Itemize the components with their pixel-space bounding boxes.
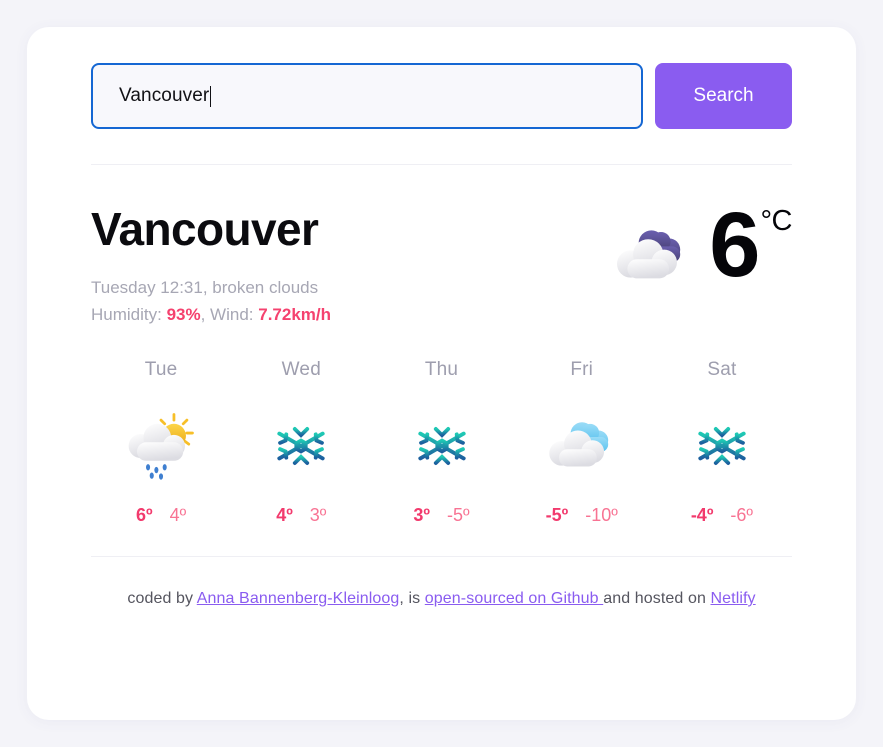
humidity-value: 93%	[166, 305, 201, 325]
forecast-row: Tue 6º 4º Wed 4º 3º Thu 3º -5º Fri -5º -…	[91, 329, 792, 526]
forecast-temps: 3º -5º	[413, 505, 469, 526]
app-shell: Vancouver Search Vancouver Tuesday 12:31…	[0, 0, 883, 747]
search-button[interactable]: Search	[655, 63, 792, 129]
broken-clouds-blue-icon	[545, 409, 619, 483]
forecast-temp-min: -5º	[447, 505, 470, 526]
forecast-day-0: Tue 6º 4º	[91, 359, 231, 526]
current-temperature-block: 6 °C	[613, 194, 792, 296]
forecast-temp-min: 4º	[169, 505, 187, 526]
temperature-unit: °C	[760, 205, 792, 237]
search-input-value: Vancouver	[119, 85, 210, 106]
weather-card: Vancouver Search Vancouver Tuesday 12:31…	[27, 27, 856, 720]
conditions-description: Tuesday 12:31, broken clouds	[91, 278, 319, 298]
current-conditions: Vancouver Tuesday 12:31, broken clouds H…	[91, 165, 792, 329]
forecast-temp-max: 4º	[276, 505, 293, 526]
forecast-temps: 6º 4º	[136, 505, 186, 526]
humidity-label: Humidity:	[91, 305, 167, 325]
forecast-day-label: Fri	[570, 359, 594, 381]
footer-credits: coded by Anna Bannenberg-Kleinloog, is o…	[91, 557, 792, 608]
forecast-temps: -4º -6º	[691, 505, 753, 526]
footer-middle: , is	[399, 590, 425, 608]
footer-suffix: and hosted on	[603, 590, 711, 608]
snowflake-icon	[264, 409, 338, 483]
forecast-temp-max: 3º	[413, 505, 430, 526]
search-form: Vancouver Search	[91, 63, 792, 129]
forecast-temp-min: -10º	[585, 505, 618, 526]
forecast-day-2: Thu 3º -5º	[371, 359, 511, 526]
metrics-line: Humidity: 93%, Wind: 7.72km/h	[91, 302, 331, 329]
forecast-day-3: Fri -5º -10º	[512, 359, 652, 526]
current-conditions-text: Vancouver Tuesday 12:31, broken clouds H…	[91, 201, 331, 329]
broken-clouds-icon	[613, 225, 693, 287]
forecast-temp-max: -5º	[545, 505, 569, 526]
forecast-day-label: Tue	[144, 359, 178, 381]
text-cursor	[210, 85, 212, 107]
forecast-temps: -5º -10º	[546, 505, 618, 526]
author-link[interactable]: Anna Bannenberg-Kleinloog	[197, 590, 400, 607]
forecast-day-label: Thu	[424, 359, 459, 381]
page-title: Vancouver	[91, 203, 319, 255]
forecast-temp-min: 3º	[309, 505, 327, 526]
temperature-readout: 6 °C	[709, 194, 792, 296]
forecast-temp-max: 6º	[136, 505, 153, 526]
forecast-temp-min: -6º	[730, 505, 753, 526]
snowflake-icon	[405, 409, 479, 483]
sun-behind-rain-cloud-icon	[124, 409, 198, 483]
forecast-day-label: Wed	[281, 359, 321, 381]
search-input[interactable]: Vancouver	[91, 63, 643, 129]
forecast-day-label: Sat	[707, 359, 737, 381]
forecast-day-4: Sat -4º -6º	[652, 359, 792, 526]
forecast-day-1: Wed 4º 3º	[231, 359, 371, 526]
netlify-link[interactable]: Netlify	[711, 590, 756, 607]
forecast-temps: 4º 3º	[276, 505, 326, 526]
footer-prefix: coded by	[127, 590, 197, 608]
forecast-temp-max: -4º	[690, 505, 714, 526]
wind-label: , Wind:	[200, 305, 259, 325]
wind-value: 7.72km/h	[258, 305, 331, 325]
snowflake-icon	[685, 409, 759, 483]
temperature-value: 6	[709, 194, 760, 296]
github-link[interactable]: open-sourced on Github	[425, 590, 603, 607]
